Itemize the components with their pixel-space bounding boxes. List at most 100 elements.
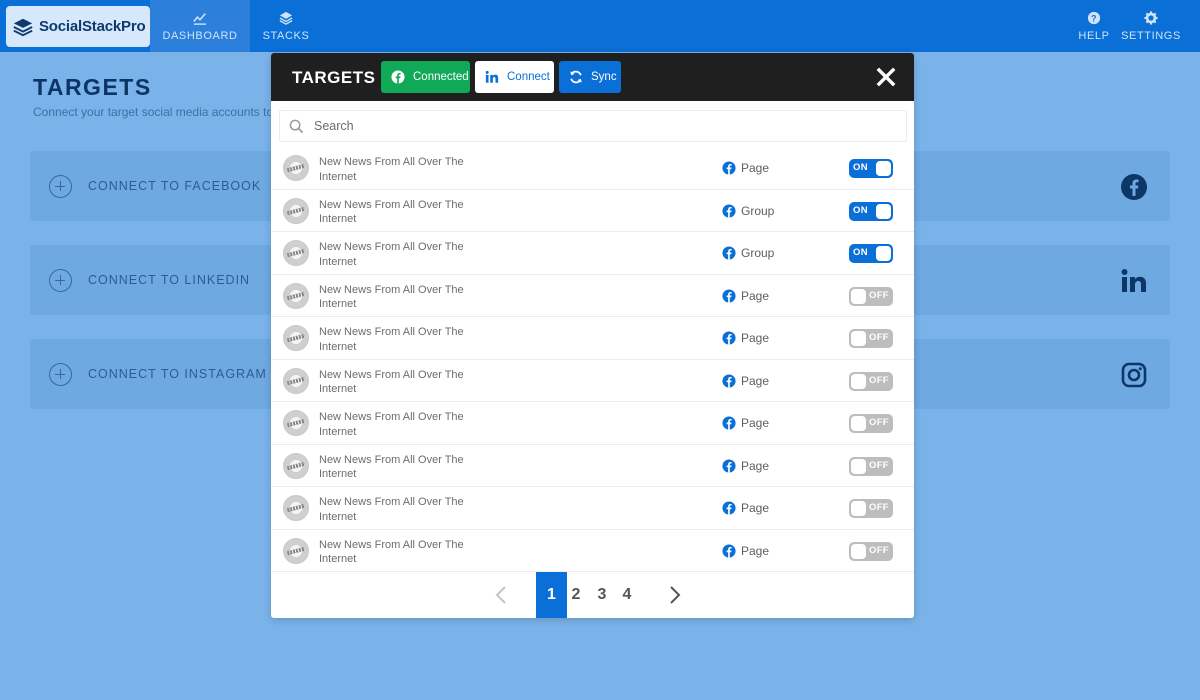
- page-3-button[interactable]: 3: [593, 572, 611, 618]
- targets-modal: TARGETS Connected Connect Sync Search Ne…: [271, 53, 914, 618]
- instagram-icon: [1121, 362, 1147, 388]
- target-row: New News From All Over The Internet Group O…: [271, 190, 914, 232]
- connect-instagram-label: CONNECT TO INSTAGRAM: [88, 367, 267, 381]
- target-toggle[interactable]: OFF: [849, 329, 893, 348]
- stack-logo-icon: [13, 18, 33, 36]
- brand-logo[interactable]: SocialStackPro: [6, 6, 150, 47]
- target-name: New News From All Over The Internet: [319, 410, 479, 439]
- modal-header: TARGETS Connected Connect Sync: [271, 53, 914, 101]
- target-toggle[interactable]: OFF: [849, 499, 893, 518]
- svg-text:?: ?: [1091, 13, 1097, 23]
- target-name-line2: Internet: [319, 170, 357, 183]
- avatar: [283, 452, 309, 479]
- chevron-left-icon[interactable]: [492, 585, 512, 605]
- nav-settings-label: SETTINGS: [1121, 29, 1181, 42]
- plus-circle-icon: [49, 363, 72, 386]
- nav-stacks[interactable]: STACKS: [252, 0, 320, 52]
- toggle-state-label: OFF: [869, 417, 889, 428]
- close-icon[interactable]: [876, 67, 896, 87]
- facebook-icon: [722, 246, 736, 260]
- toggle-state-label: ON: [853, 204, 868, 216]
- toggle-knob: [851, 373, 866, 389]
- target-name-line1: New News From All Over The: [319, 453, 464, 466]
- chevron-right-icon[interactable]: [664, 585, 684, 605]
- target-name: New News From All Over The Internet: [319, 325, 479, 354]
- toggle-knob: [876, 246, 891, 261]
- target-toggle[interactable]: OFF: [849, 541, 893, 561]
- target-type: Group: [722, 246, 774, 260]
- toggle-knob: [851, 416, 866, 431]
- target-row: New News From All Over The Internet Page OF…: [271, 445, 914, 487]
- toggle-knob: [851, 288, 866, 304]
- target-row: New News From All Over The Internet Page OF…: [271, 402, 914, 445]
- search-input[interactable]: [314, 111, 894, 141]
- target-toggle[interactable]: OFF: [849, 414, 893, 433]
- target-type: Group: [722, 204, 774, 218]
- facebook-icon: [1121, 174, 1147, 200]
- plus-circle-icon: [49, 269, 72, 292]
- toggle-knob: [851, 543, 866, 559]
- target-row: New News From All Over The Internet Page OF…: [271, 360, 914, 402]
- page-2-button[interactable]: 2: [567, 572, 585, 618]
- pagination: 1234: [271, 572, 914, 618]
- target-type-label: Page: [741, 501, 770, 515]
- toggle-state-label: OFF: [869, 502, 889, 513]
- target-type-label: Page: [741, 331, 770, 345]
- nav-help[interactable]: ? HELP: [1074, 0, 1114, 52]
- target-name-line2: Internet: [319, 298, 357, 310]
- target-toggle[interactable]: ON: [849, 244, 893, 263]
- target-toggle[interactable]: ON: [849, 201, 893, 221]
- facebook-icon: [722, 458, 736, 473]
- target-name-line1: New News From All Over The: [319, 496, 464, 508]
- target-name-line1: New News From All Over The: [319, 156, 464, 168]
- nav-dashboard[interactable]: DASHBOARD: [150, 0, 250, 52]
- toggle-knob: [876, 161, 891, 176]
- target-type-label: Page: [741, 161, 770, 175]
- page-title: TARGETS: [33, 74, 152, 100]
- toggle-state-label: OFF: [869, 459, 889, 471]
- connect-linkedin-label: CONNECT TO LINKEDIN: [88, 273, 251, 287]
- target-toggle[interactable]: ON: [849, 159, 893, 178]
- toggle-state-label: OFF: [869, 289, 889, 301]
- nav-settings[interactable]: SETTINGS: [1118, 0, 1184, 52]
- target-type-label: Page: [741, 416, 770, 430]
- avatar: [283, 197, 309, 224]
- target-name-line2: Internet: [319, 213, 357, 225]
- page-4-button[interactable]: 4: [618, 572, 636, 618]
- target-row: New News From All Over The Internet Page OF…: [271, 487, 914, 530]
- sync-button[interactable]: Sync: [559, 61, 621, 93]
- target-type-label: Page: [741, 458, 770, 473]
- page-1-button[interactable]: 1: [536, 572, 567, 618]
- facebook-icon: [722, 331, 736, 345]
- target-row: New News From All Over The Internet Page ON: [271, 147, 914, 190]
- avatar: [283, 240, 309, 266]
- facebook-icon: [722, 416, 736, 430]
- toggle-state-label: OFF: [869, 332, 889, 343]
- target-row: New News From All Over The Internet Page OF…: [271, 317, 914, 360]
- target-type-label: Page: [741, 543, 770, 558]
- top-navbar: SocialStackPro DASHBOARD STACKS ? HELP S…: [0, 0, 1200, 52]
- facebook-icon: [391, 70, 405, 84]
- toggle-state-label: OFF: [869, 544, 889, 556]
- nav-stacks-label: STACKS: [262, 29, 310, 42]
- target-name-line1: New News From All Over The: [319, 241, 464, 253]
- avatar: [283, 325, 309, 351]
- target-type: Page: [722, 331, 769, 345]
- facebook-icon: [722, 501, 736, 515]
- target-name-line1: New News From All Over The: [319, 538, 464, 551]
- page-subtitle: Connect your target social media account…: [33, 105, 273, 119]
- target-type: Page: [722, 374, 769, 388]
- connected-button[interactable]: Connected: [381, 61, 470, 93]
- target-name: New News From All Over The Internet: [319, 495, 479, 524]
- target-name: New News From All Over The Internet: [319, 368, 479, 397]
- target-toggle[interactable]: OFF: [849, 456, 893, 476]
- gear-icon: [1144, 10, 1158, 25]
- linkedin-icon: [1121, 269, 1146, 292]
- target-toggle[interactable]: OFF: [849, 371, 893, 391]
- target-type: Page: [722, 416, 769, 430]
- target-type: Page: [722, 289, 769, 303]
- target-toggle[interactable]: OFF: [849, 286, 893, 306]
- linkedin-connect-button[interactable]: Connect: [475, 61, 554, 93]
- avatar: [283, 367, 309, 394]
- facebook-icon: [722, 373, 736, 388]
